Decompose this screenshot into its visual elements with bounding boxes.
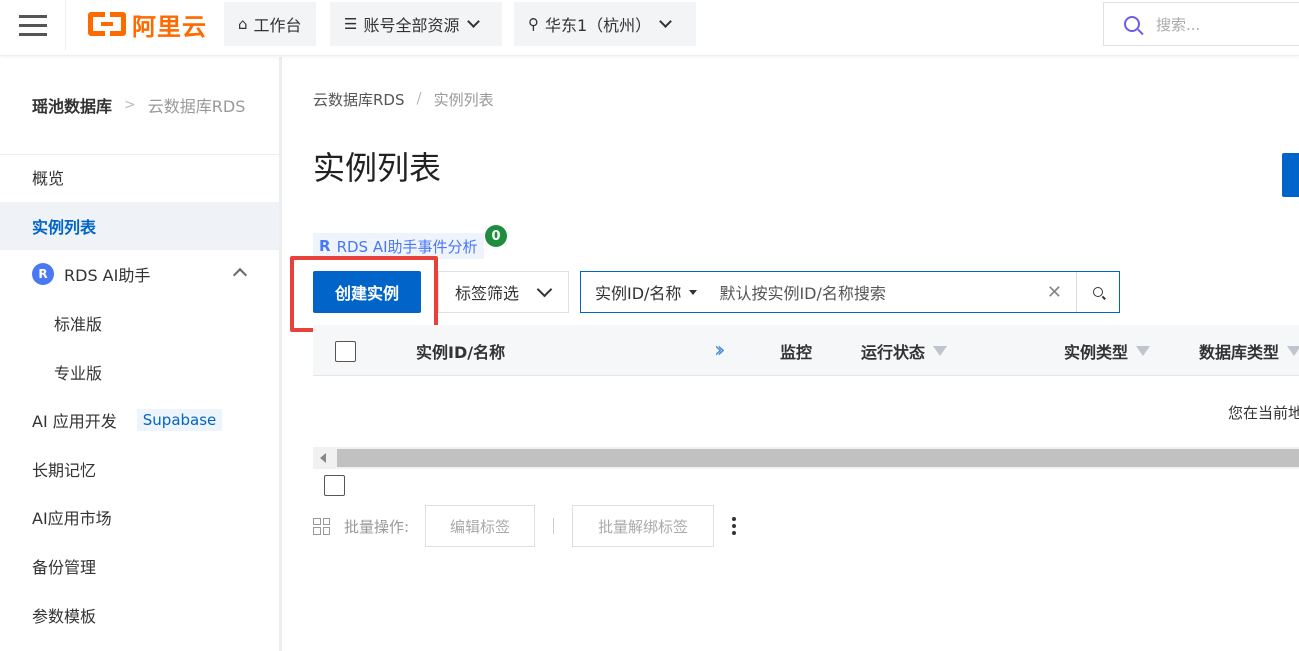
event-count-badge: 0 bbox=[485, 225, 507, 247]
sidebar-item-long-term-memory[interactable]: 长期记忆 bbox=[0, 445, 279, 493]
column-monitor: 监控 bbox=[780, 339, 812, 363]
primary-action-button-edge[interactable] bbox=[1282, 153, 1299, 197]
chevron-down-icon bbox=[467, 15, 481, 28]
column-label: 实例ID/名称 bbox=[416, 343, 506, 362]
home-icon: ⌂ bbox=[238, 15, 248, 33]
menu-icon[interactable] bbox=[0, 0, 66, 50]
column-label: 数据库类型 bbox=[1199, 343, 1280, 362]
search-icon bbox=[1124, 16, 1140, 32]
sidebar-item-label: 实例列表 bbox=[32, 218, 97, 237]
select-all-checkbox[interactable] bbox=[335, 341, 356, 362]
sidebar-item-ai-app-dev[interactable]: AI 应用开发 Supabase bbox=[0, 396, 279, 444]
batch-label: 批量操作: bbox=[344, 517, 410, 536]
chevron-up-icon bbox=[232, 267, 248, 283]
sidebar-item-overview[interactable]: 概览 bbox=[0, 153, 279, 201]
location-icon: ⚲ bbox=[528, 15, 539, 33]
empty-table-message: 您在当前地 bbox=[1228, 404, 1299, 422]
sidebar-breadcrumb-root[interactable]: 瑶池数据库 bbox=[32, 93, 112, 117]
sidebar-item-instance-list[interactable]: 实例列表 bbox=[0, 202, 279, 250]
horizontal-scrollbar[interactable] bbox=[313, 447, 1299, 469]
create-instance-button[interactable]: 创建实例 bbox=[313, 271, 421, 313]
sidebar-item-rds-ai-assistant[interactable]: R RDS AI助手 bbox=[0, 250, 279, 298]
edit-tags-button[interactable]: 编辑标签 bbox=[425, 505, 536, 547]
search-field-label: 实例ID/名称 bbox=[595, 284, 682, 303]
column-instance-id: 实例ID/名称 bbox=[416, 339, 505, 363]
breadcrumb-item[interactable]: 云数据库RDS bbox=[313, 89, 405, 110]
ai-tag-label: RDS AI助手事件分析 bbox=[336, 237, 478, 256]
sidebar-item-label: 长期记忆 bbox=[32, 461, 97, 480]
sidebar-item-label: 参数模板 bbox=[32, 607, 97, 626]
sidebar-item-label: AI应用市场 bbox=[32, 509, 112, 528]
page-title: 实例列表 bbox=[313, 149, 442, 187]
filter-icon[interactable] bbox=[1136, 346, 1151, 356]
sidebar-breadcrumb: 瑶池数据库 > 云数据库RDS bbox=[32, 93, 245, 117]
sidebar-item-label: 备份管理 bbox=[32, 558, 97, 577]
main-content: 云数据库RDS / 实例列表 实例列表 R RDS AI助手事件分析 0 创建实… bbox=[282, 57, 1299, 651]
breadcrumb: 云数据库RDS / 实例列表 bbox=[313, 89, 494, 110]
more-icon[interactable] bbox=[732, 517, 737, 535]
resources-label: 账号全部资源 bbox=[363, 16, 460, 35]
breadcrumb-separator: > bbox=[124, 97, 136, 113]
chevron-down-icon bbox=[536, 281, 553, 297]
caret-down-icon bbox=[689, 289, 698, 295]
sidebar-item-backup[interactable]: 备份管理 bbox=[0, 542, 279, 590]
column-label: 监控 bbox=[780, 343, 813, 362]
search-placeholder: 搜索... bbox=[1156, 15, 1201, 34]
instance-search: 实例ID/名称 默认按实例ID/名称搜索 ✕ bbox=[580, 271, 1120, 313]
footer-select-all-checkbox[interactable] bbox=[324, 475, 345, 496]
search-icon bbox=[1093, 287, 1103, 297]
sidebar-item-standard[interactable]: 标准版 bbox=[0, 299, 279, 347]
tag-filter-label: 标签筛选 bbox=[455, 284, 520, 303]
resources-dropdown[interactable]: ☰ 账号全部资源 bbox=[330, 2, 502, 46]
server-icon: ☰ bbox=[344, 15, 358, 33]
rds-ai-icon: R bbox=[32, 263, 54, 285]
global-search-input[interactable]: 搜索... bbox=[1103, 2, 1299, 46]
grid-icon bbox=[313, 517, 330, 535]
top-bar: 阿里云 ⌂ 工作台 ☰ 账号全部资源 ⚲ 华东1（杭州） 搜索... bbox=[0, 0, 1299, 56]
sidebar: 瑶池数据库 > 云数据库RDS 概览 实例列表 R RDS AI助手 标准版 专… bbox=[0, 57, 282, 651]
sidebar-item-label: RDS AI助手 bbox=[64, 266, 151, 285]
scrollbar-thumb[interactable] bbox=[337, 449, 1299, 467]
column-label: 运行状态 bbox=[861, 343, 926, 362]
table-header: 实例ID/名称 ›› 监控 运行状态 实例类型 数据库类型 bbox=[313, 325, 1299, 376]
sidebar-item-professional[interactable]: 专业版 bbox=[0, 348, 279, 396]
column-db-type: 数据库类型 bbox=[1199, 339, 1299, 363]
workbench-label: 工作台 bbox=[253, 16, 302, 35]
workbench-button[interactable]: ⌂ 工作台 bbox=[224, 2, 316, 46]
batch-actions: 批量操作: 编辑标签 批量解绑标签 bbox=[313, 505, 737, 547]
sidebar-item-label: 标准版 bbox=[54, 315, 103, 334]
aliyun-logo[interactable]: 阿里云 bbox=[88, 10, 207, 47]
filter-icon[interactable] bbox=[1287, 346, 1299, 356]
clear-icon[interactable]: ✕ bbox=[1047, 282, 1062, 303]
divider bbox=[553, 518, 555, 534]
tag-filter-dropdown[interactable]: 标签筛选 bbox=[438, 271, 569, 313]
logo-text: 阿里云 bbox=[132, 12, 207, 41]
chevron-down-icon bbox=[659, 15, 673, 28]
search-field-select[interactable]: 实例ID/名称 bbox=[581, 272, 709, 312]
sidebar-item-param-template[interactable]: 参数模板 bbox=[0, 591, 279, 639]
scroll-left-icon[interactable] bbox=[320, 453, 326, 463]
instance-search-input[interactable]: 默认按实例ID/名称搜索 bbox=[709, 280, 1046, 304]
supabase-badge: Supabase bbox=[136, 409, 223, 431]
breadcrumb-separator: / bbox=[416, 89, 422, 107]
column-instance-type: 实例类型 bbox=[1064, 339, 1151, 363]
sidebar-item-label: 专业版 bbox=[54, 364, 103, 383]
column-label: 实例类型 bbox=[1064, 343, 1129, 362]
rds-logo-icon: R bbox=[319, 237, 331, 255]
region-dropdown[interactable]: ⚲ 华东1（杭州） bbox=[514, 2, 696, 46]
sidebar-item-ai-app-market[interactable]: AI应用市场 bbox=[0, 493, 279, 541]
sidebar-item-label: 概览 bbox=[32, 169, 65, 188]
region-label: 华东1（杭州） bbox=[545, 16, 652, 35]
sidebar-item-label: AI 应用开发 bbox=[32, 412, 117, 431]
aliyun-logo-mark bbox=[88, 11, 126, 47]
search-button[interactable] bbox=[1076, 272, 1119, 312]
expand-columns-icon[interactable]: ›› bbox=[714, 338, 725, 363]
unbind-tags-button[interactable]: 批量解绑标签 bbox=[572, 505, 715, 547]
column-status: 运行状态 bbox=[861, 339, 948, 363]
filter-icon[interactable] bbox=[933, 346, 948, 356]
sidebar-breadcrumb-current[interactable]: 云数据库RDS bbox=[148, 93, 246, 117]
breadcrumb-current: 实例列表 bbox=[433, 91, 494, 109]
